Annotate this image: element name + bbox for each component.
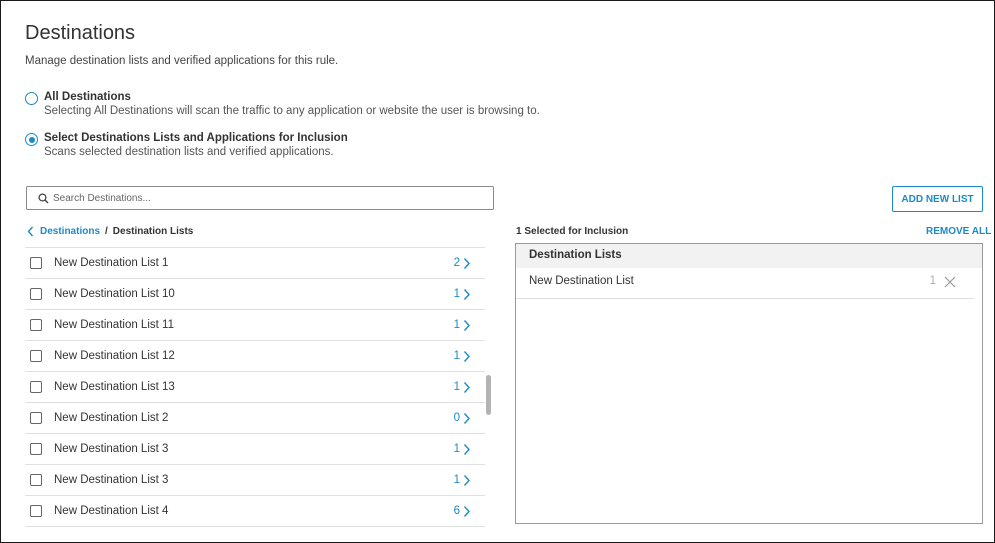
list-item-checkbox[interactable] [30,319,42,331]
list-item[interactable]: New Destination List 4 6 [25,496,485,527]
list-item-count: 1 [453,288,460,300]
list-item-count: 1 [453,381,460,393]
list-item-count: 2 [453,257,460,269]
chevron-right-icon[interactable] [463,474,471,487]
search-box[interactable] [26,186,494,210]
list-item-checkbox[interactable] [30,381,42,393]
list-item-count: 1 [453,350,460,362]
breadcrumb-current: Destination Lists [112,225,194,237]
list-item[interactable]: New Destination List 3 1 [25,434,485,465]
option-select-destinations[interactable]: Select Destinations Lists and Applicatio… [25,131,348,159]
list-item[interactable]: New Destination List 10 1 [25,279,485,310]
list-item[interactable]: New Destination List 11 1 [25,310,485,341]
breadcrumb-separator: / [105,225,108,237]
breadcrumb-link-destinations[interactable]: Destinations [40,226,100,237]
chevron-right-icon[interactable] [463,319,471,332]
list-item-name: New Destination List 4 [54,505,169,517]
list-item-checkbox[interactable] [30,288,42,300]
search-icon [33,187,53,209]
list-item-count: 1 [453,474,460,486]
chevron-right-icon[interactable] [463,257,471,270]
chevron-right-icon[interactable] [463,288,471,301]
selected-panel-header: Destination Lists [516,244,982,268]
selected-summary: 1 Selected for Inclusion [516,226,629,237]
list-item-count: 0 [453,412,460,424]
option-description: Scans selected destination lists and ver… [44,146,334,158]
selected-item-count: 1 [929,275,936,287]
list-item[interactable]: New Destination List 13 1 [25,372,485,403]
list-item-name: New Destination List 12 [54,350,175,362]
list-item-name: New Destination List 1 [54,257,169,269]
add-new-list-button[interactable]: ADD NEW LIST [892,186,983,212]
list-item-count: 1 [453,443,460,455]
radio-select-destinations[interactable] [25,133,38,146]
list-item-checkbox[interactable] [30,257,42,269]
list-item-name: New Destination List 11 [54,319,174,331]
list-item-count: 6 [453,505,460,517]
list-item-checkbox[interactable] [30,412,42,424]
list-item-name: New Destination List 13 [54,381,175,393]
breadcrumb: Destinations / Destination Lists [27,225,193,237]
chevron-left-icon[interactable] [27,225,37,237]
chevron-right-icon[interactable] [463,505,471,518]
close-icon[interactable] [944,276,956,288]
selected-item-name: New Destination List [529,275,634,287]
option-all-destinations[interactable]: All Destinations Selecting All Destinati… [25,90,540,118]
list-item-name: New Destination List 3 [54,474,169,486]
selected-panel: Destination Lists New Destination List 1 [515,243,983,524]
list-item-count: 1 [453,319,460,331]
list-item-checkbox[interactable] [30,474,42,486]
list-item-name: New Destination List 3 [54,443,169,455]
option-label: Select Destinations Lists and Applicatio… [44,132,348,144]
chevron-right-icon[interactable] [463,443,471,456]
option-description: Selecting All Destinations will scan the… [44,105,540,117]
list-item-checkbox[interactable] [30,505,42,517]
chevron-right-icon[interactable] [463,412,471,425]
list-item[interactable]: New Destination List 12 1 [25,341,485,372]
list-item-name: New Destination List 10 [54,288,175,300]
list-scrollbar[interactable] [486,375,491,415]
chevron-right-icon[interactable] [463,381,471,394]
list-item[interactable]: New Destination List 1 2 [25,248,485,279]
list-item-name: New Destination List 2 [54,412,169,424]
page-title: Destinations [25,22,136,44]
list-item-checkbox[interactable] [30,443,42,455]
remove-all-button[interactable]: REMOVE ALL [926,226,991,237]
search-input[interactable] [53,192,473,204]
page-description: Manage destination lists and verified ap… [25,55,339,67]
option-label: All Destinations [44,91,131,103]
selected-item: New Destination List 1 [516,268,974,299]
list-item[interactable]: New Destination List 2 0 [25,403,485,434]
destination-list: New Destination List 1 2 New Destination… [25,247,485,527]
radio-all-destinations[interactable] [25,92,38,105]
list-item[interactable]: New Destination List 3 1 [25,465,485,496]
chevron-right-icon[interactable] [463,350,471,363]
list-item-checkbox[interactable] [30,350,42,362]
